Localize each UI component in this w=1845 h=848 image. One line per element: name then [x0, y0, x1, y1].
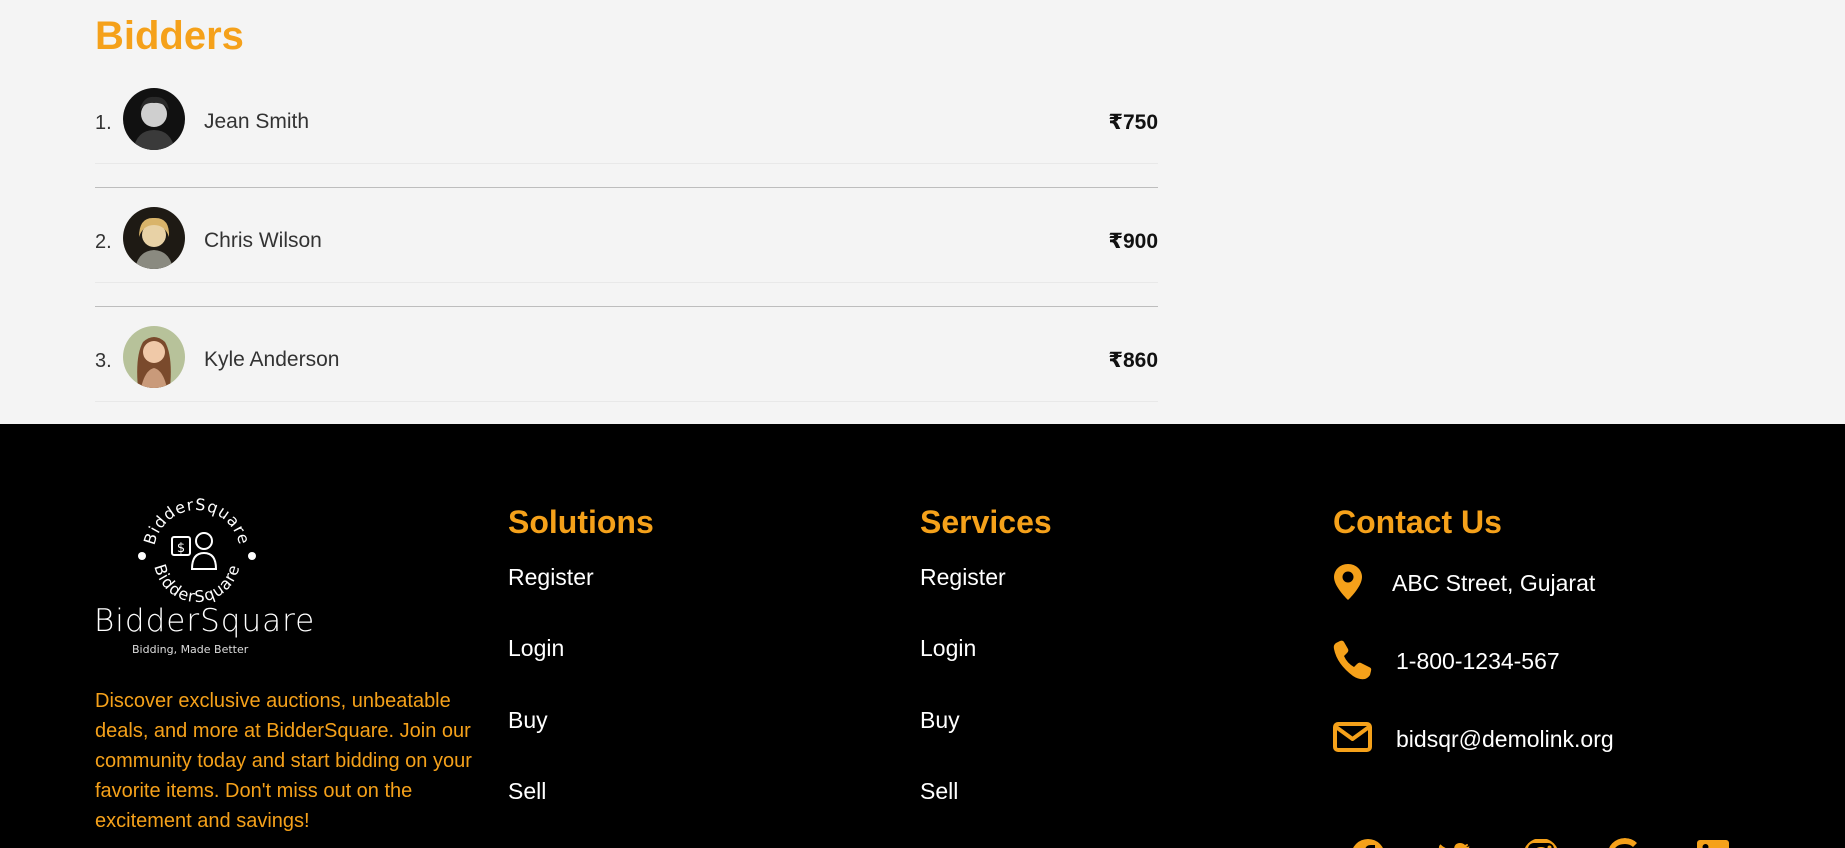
phone-icon [1333, 640, 1372, 680]
services-title: Services [920, 504, 1052, 540]
bidder-row[interactable]: 2. Chris Wilson ₹900 [95, 199, 1158, 283]
email-text: bidsqr@demolink.org [1396, 726, 1614, 752]
solutions-link-register[interactable]: Register [508, 564, 594, 591]
site-footer: BidderSquare BidderSquare $ BidderSquare… [0, 424, 1845, 848]
solutions-column: Solutions Register Login Buy Sell [508, 504, 654, 804]
brand-logo[interactable]: BidderSquare BidderSquare $ BidderSquare… [92, 497, 314, 656]
svg-text:$: $ [177, 541, 185, 556]
contact-title: Contact Us [1333, 504, 1502, 540]
bidder-name: Chris Wilson [204, 229, 322, 252]
facebook-icon[interactable] [1350, 838, 1386, 848]
bid-amount: ₹750 [1108, 111, 1158, 134]
bidder-row[interactable]: 3. Kyle Anderson ₹860 [95, 318, 1158, 402]
google-icon[interactable] [1607, 838, 1643, 848]
phone-text: 1-800-1234-567 [1396, 648, 1560, 674]
twitter-icon[interactable] [1436, 838, 1472, 848]
bid-amount: ₹900 [1108, 230, 1158, 253]
services-link-sell[interactable]: Sell [920, 778, 958, 805]
contact-column: Contact Us ABC Street, Gujarat 1-800-123… [1333, 504, 1733, 752]
logo-emblem-icon: BidderSquare BidderSquare $ [138, 497, 256, 606]
envelope-icon [1333, 722, 1372, 752]
solutions-title: Solutions [508, 504, 654, 540]
solutions-link-sell[interactable]: Sell [508, 778, 546, 805]
linkedin-icon[interactable] [1695, 838, 1731, 848]
bidder-rank: 2. [95, 231, 112, 253]
instagram-icon[interactable] [1523, 838, 1559, 848]
divider [95, 187, 1158, 188]
bidder-row[interactable]: 1. Jean Smith ₹750 [95, 80, 1158, 164]
map-pin-icon [1334, 564, 1362, 600]
about-text: Discover exclusive auctions, unbeatable … [95, 690, 472, 832]
bidder-name: Jean Smith [204, 110, 310, 133]
solutions-link-login[interactable]: Login [508, 635, 564, 662]
address-text: ABC Street, Gujarat [1392, 570, 1596, 596]
bidders-section: Bidders 1. Jean Smith ₹750 2. Chris Wils… [0, 0, 1845, 424]
bidder-avatar [123, 207, 185, 269]
bidder-avatar [123, 326, 185, 388]
services-link-register[interactable]: Register [920, 564, 1006, 591]
logo-tagline: Bidding, Made Better [132, 643, 249, 656]
bidder-rank: 3. [95, 350, 112, 372]
bidders-title: Bidders [95, 14, 244, 58]
logo-wordmark: BidderSquare [94, 603, 316, 639]
services-column: Services Register Login Buy Sell [920, 504, 1052, 804]
services-link-buy[interactable]: Buy [920, 707, 960, 734]
bidder-rank: 1. [95, 112, 112, 134]
solutions-link-buy[interactable]: Buy [508, 707, 548, 734]
bidder-avatar [123, 88, 185, 150]
divider [95, 306, 1158, 307]
bid-amount: ₹860 [1108, 349, 1158, 372]
bidder-name: Kyle Anderson [204, 348, 340, 371]
services-link-login[interactable]: Login [920, 635, 976, 662]
